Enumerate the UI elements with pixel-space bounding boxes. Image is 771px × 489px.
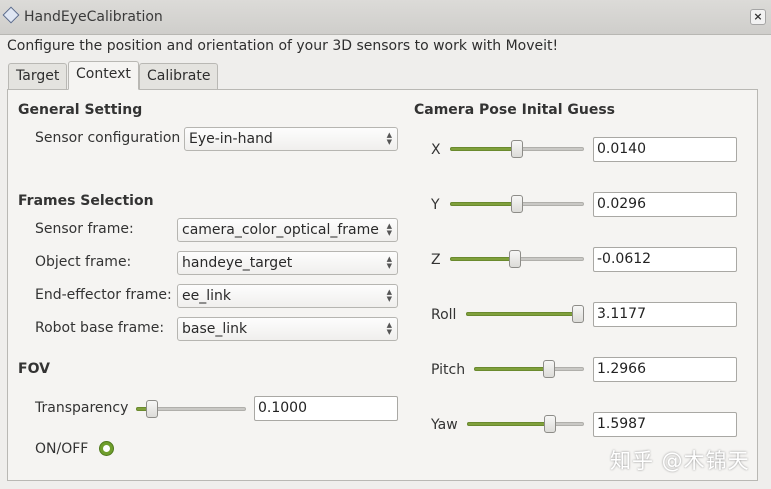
radio-dot: [103, 445, 110, 452]
slider-handle[interactable]: [543, 360, 555, 378]
slider-fill: [450, 202, 517, 206]
robot-base-frame-label: Robot base frame:: [35, 320, 165, 336]
object-frame-combo[interactable]: handeye_target ▲ ▼: [177, 251, 398, 275]
tab-calibrate[interactable]: Calibrate: [139, 63, 219, 89]
slider-handle[interactable]: [544, 415, 556, 433]
window-title: HandEyeCalibration: [24, 9, 163, 25]
camera-pose-heading: Camera Pose Inital Guess: [414, 102, 616, 118]
pose-y-label: Y: [431, 197, 440, 213]
pose-roll-slider[interactable]: [466, 305, 584, 323]
pose-x-slider[interactable]: [450, 140, 584, 158]
end-effector-frame-value: ee_link: [182, 288, 231, 304]
transparency-field[interactable]: 0.1000: [254, 396, 398, 421]
sensor-frame-combo[interactable]: camera_color_optical_frame ▲ ▼: [177, 218, 398, 242]
pose-z-slider[interactable]: [450, 250, 584, 268]
slider-handle[interactable]: [511, 140, 523, 158]
pose-roll-label: Roll: [431, 307, 457, 323]
sensor-frame-label: Sensor frame:: [35, 221, 134, 237]
slider-fill: [474, 367, 549, 371]
slider-fill: [466, 312, 578, 316]
object-frame-label: Object frame:: [35, 254, 132, 270]
updown-arrows-icon: ▲ ▼: [386, 131, 392, 146]
watermark-text: 知乎 @木锦天: [610, 449, 750, 473]
robot-base-frame-value: base_link: [182, 321, 248, 337]
general-setting-heading: General Setting: [18, 102, 143, 118]
slider-handle[interactable]: [572, 305, 584, 323]
pose-yaw-label: Yaw: [431, 417, 458, 433]
sensor-frame-value: camera_color_optical_frame: [182, 222, 379, 238]
slider-handle[interactable]: [146, 400, 158, 418]
slider-handle[interactable]: [511, 195, 523, 213]
transparency-slider[interactable]: [136, 400, 246, 418]
close-icon[interactable]: ×: [750, 9, 766, 25]
frames-selection-heading: Frames Selection: [18, 193, 154, 209]
sensor-configuration-value: Eye-in-hand: [189, 131, 273, 147]
description-text: Configure the position and orientation o…: [7, 38, 559, 54]
pose-z-label: Z: [431, 252, 441, 268]
onoff-radio[interactable]: [99, 441, 114, 456]
pose-pitch-label: Pitch: [431, 362, 466, 378]
pose-y-field[interactable]: 0.0296: [593, 192, 737, 217]
pose-pitch-slider[interactable]: [474, 360, 584, 378]
transparency-label: Transparency: [35, 400, 129, 416]
pose-z-field[interactable]: -0.0612: [593, 247, 737, 272]
sensor-configuration-combo[interactable]: Eye-in-hand ▲ ▼: [184, 127, 398, 151]
sensor-configuration-label: Sensor configuration: [35, 130, 181, 146]
slider-fill: [450, 257, 515, 261]
pose-roll-field[interactable]: 3.1177: [593, 302, 737, 327]
robot-base-frame-combo[interactable]: base_link ▲ ▼: [177, 317, 398, 341]
updown-arrows-icon: ▲ ▼: [386, 222, 392, 237]
pose-yaw-field[interactable]: 1.5987: [593, 412, 737, 437]
slider-fill: [467, 422, 550, 426]
fov-heading: FOV: [18, 361, 50, 377]
tab-context[interactable]: Context: [68, 61, 139, 90]
pose-y-slider[interactable]: [450, 195, 584, 213]
slider-fill: [450, 147, 517, 151]
updown-arrows-icon: ▲ ▼: [386, 255, 392, 270]
pose-x-field[interactable]: 0.0140: [593, 137, 737, 162]
end-effector-frame-label: End-effector frame:: [35, 287, 172, 303]
slider-handle[interactable]: [509, 250, 521, 268]
pose-x-label: X: [431, 142, 441, 158]
pose-yaw-slider[interactable]: [467, 415, 584, 433]
object-frame-value: handeye_target: [182, 255, 293, 271]
pose-pitch-field[interactable]: 1.2966: [593, 357, 737, 382]
onoff-label: ON/OFF: [35, 441, 89, 457]
updown-arrows-icon: ▲ ▼: [386, 288, 392, 303]
updown-arrows-icon: ▲ ▼: [386, 321, 392, 336]
tab-target[interactable]: Target: [8, 63, 68, 89]
end-effector-frame-combo[interactable]: ee_link ▲ ▼: [177, 284, 398, 308]
